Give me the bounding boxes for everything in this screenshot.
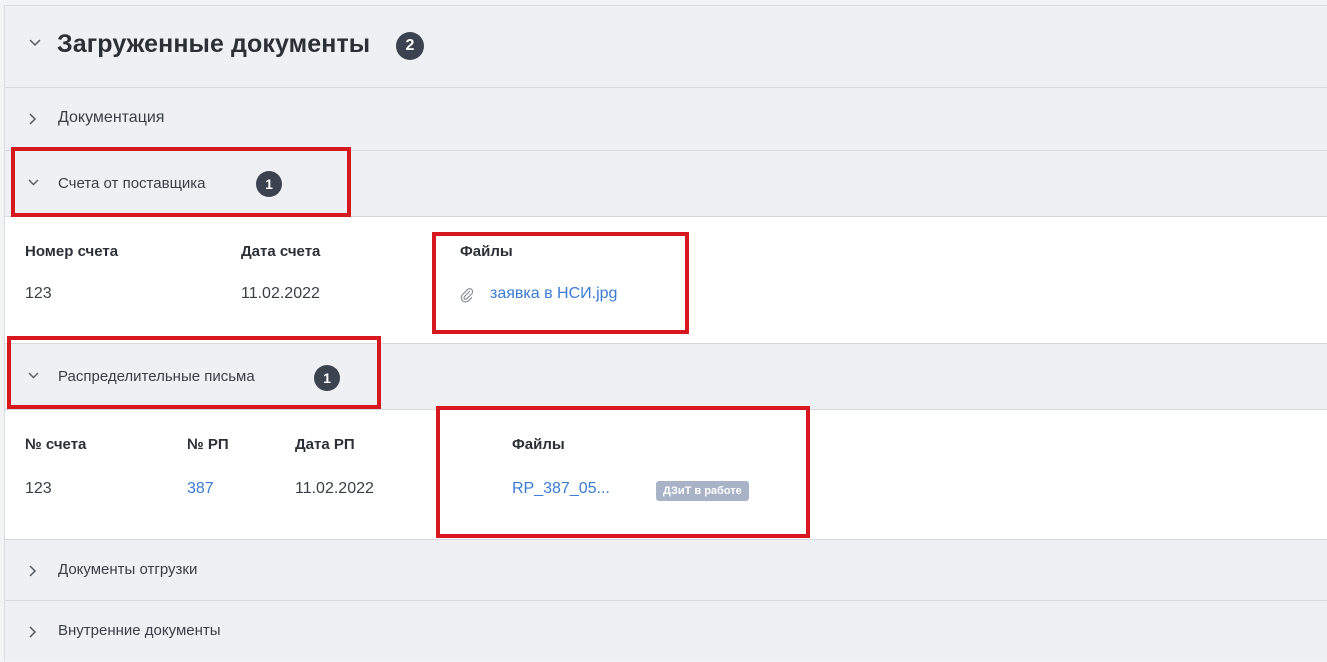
column-header: Номер счета: [25, 243, 119, 260]
highlight-box-letter-files: [436, 406, 810, 538]
uploaded-documents-header[interactable]: Загруженные документы 2: [5, 6, 1327, 88]
chevron-right-icon[interactable]: [29, 113, 37, 125]
section-label: Документация: [58, 109, 165, 126]
highlight-box-letters-header: [7, 336, 381, 409]
section-documentation[interactable]: Документация: [5, 88, 1327, 151]
section-label: Внутренние документы: [58, 622, 221, 639]
column-header: Дата РП: [295, 436, 355, 453]
column-header: № счета: [25, 436, 87, 453]
chevron-right-icon[interactable]: [29, 626, 37, 638]
chevron-right-icon[interactable]: [29, 565, 37, 577]
page-title: Загруженные документы: [57, 30, 371, 58]
section-shipping[interactable]: Документы отгрузки: [5, 539, 1327, 601]
section-internal[interactable]: Внутренние документы: [5, 601, 1327, 662]
rp-number-link[interactable]: 387: [187, 480, 214, 498]
letter-invoice-number: 123: [25, 480, 52, 497]
rp-date: 11.02.2022: [295, 480, 374, 497]
column-header: № РП: [187, 436, 229, 453]
chevron-down-icon[interactable]: [29, 39, 41, 47]
documents-count-badge: 2: [396, 32, 424, 60]
invoice-date: 11.02.2022: [241, 285, 320, 302]
invoice-number: 123: [25, 285, 52, 302]
highlight-box-invoices-header: [11, 147, 351, 217]
column-header: Дата счета: [241, 243, 321, 260]
highlight-box-invoice-files: [432, 232, 689, 334]
section-label: Документы отгрузки: [58, 561, 198, 578]
